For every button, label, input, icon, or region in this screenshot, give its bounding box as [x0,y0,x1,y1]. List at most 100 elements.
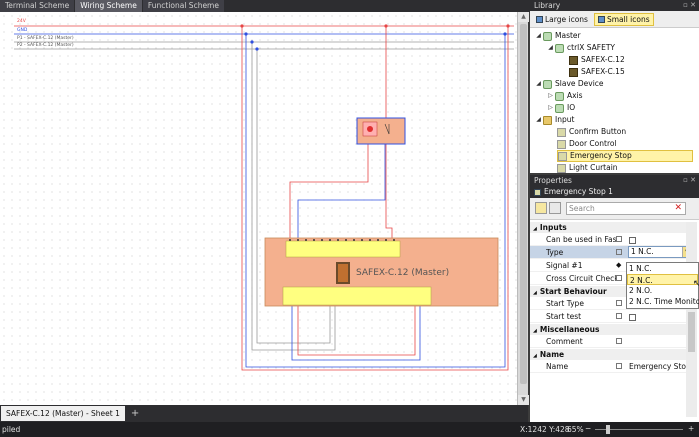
module-icon [569,67,578,77]
expander-icon[interactable]: ▷ [546,102,555,114]
pin-icon[interactable]: ▫ [683,1,688,9]
close-icon[interactable]: ✕ [690,176,696,184]
diamond-icon: ◆ [616,261,622,269]
library-panel: Library ▫ ✕ Large icons Small icons ◢ Mas… [530,0,699,173]
properties-scrollbar[interactable] [686,222,697,417]
zoom-slider-thumb[interactable] [606,425,610,434]
prop-row-start-test[interactable]: Start test [530,310,686,323]
zoom-out-button[interactable]: − [585,424,591,433]
lock-icon [616,313,622,319]
device-icon [534,188,541,196]
group-icon [543,31,552,41]
scroll-thumb[interactable] [688,312,695,352]
library-title-bar: Library ▫ ✕ [530,0,699,11]
zoom-in-button[interactable]: + [688,424,694,433]
prop-row-comment[interactable]: Comment [530,335,686,348]
label-p1: P1 - SAFEX-C.12 (Master) [17,36,74,41]
type-option-2nc[interactable]: 2 N.C. [627,274,698,285]
sheet-tab-bar: SAFEX-C.12 (Master) - Sheet 1 + [0,405,528,422]
properties-title: Properties [534,176,572,185]
type-select[interactable]: 1 N.C. ▼ [628,246,692,258]
tree-item-door-control[interactable]: Door Control [548,138,617,150]
wiring-diagram [14,24,514,371]
device-icon [557,139,566,149]
can-be-used-checkbox[interactable] [629,236,636,244]
type-option-2no[interactable]: 2 N.O. [627,285,698,296]
tree-item-axis[interactable]: ▷ Axis [546,90,583,102]
tree-item-slave-device[interactable]: ◢ Slave Device [534,78,604,90]
label-gnd: GND [17,28,28,33]
group-icon [543,79,552,89]
large-icons-button[interactable]: Large icons [532,13,592,26]
module-icon [569,55,578,65]
device-icon [557,163,566,173]
object-name: Emergency Stop 1 [544,187,613,196]
expander-icon[interactable]: ▷ [546,90,555,102]
lock-icon [616,236,622,242]
module-label: SAFEX-C.12 (Master) [356,268,450,278]
label-24v: 24V [17,19,26,24]
expander-icon[interactable]: ◢ [546,42,555,54]
device-icon [558,151,567,161]
wiring-canvas[interactable]: 24V GND P1 - SAFEX-C.12 (Master) P2 - SA… [0,12,517,405]
add-sheet-button[interactable]: + [131,408,139,419]
tree-item-ctrlx-safety[interactable]: ◢ ctrlX SAFETY [546,42,615,54]
sheet-tab[interactable]: SAFEX-C.12 (Master) - Sheet 1 [1,406,125,421]
start-test-checkbox[interactable] [629,313,636,321]
name-value[interactable]: Emergency Stop 1 [629,360,689,373]
cursor-coords: X:1242 Y:428 [520,425,570,434]
expander-icon[interactable]: ◢ [534,30,543,42]
canvas-scrollbar[interactable]: ▲ ▼ [517,12,529,405]
type-option-1nc[interactable]: 1 N.C. [627,263,698,274]
tree-item-confirm-button[interactable]: Confirm Button [548,126,626,138]
large-icons-icon [536,15,543,23]
property-search-input[interactable]: Search ✕ [566,202,686,215]
section-inputs[interactable]: ◢ Inputs [530,222,686,233]
scroll-thumb[interactable] [520,24,527,384]
tree-item-io[interactable]: ▷ IO [546,102,575,114]
tree-item-light-curtain[interactable]: Light Curtain [548,162,618,174]
tree-item-safex-c12[interactable]: SAFEX-C.12 [560,54,625,66]
small-icons-button[interactable]: Small icons [593,12,654,26]
prop-row-name[interactable]: Name Emergency Stop 1 [530,360,689,373]
type-option-2nc-time-monitored[interactable]: 2 N.C. Time Monitored [627,296,699,307]
device-icon [557,127,566,137]
zoom-level: 65% [567,425,584,434]
status-message: piled [2,425,21,434]
lock-icon [616,300,622,306]
prop-row-type[interactable]: Type 1 N.C. ▼ [530,246,692,259]
properties-title-bar: Properties ▫ ✕ [530,175,699,186]
tab-functional-scheme[interactable]: Functional Scheme [142,0,224,12]
tree-item-master[interactable]: ◢ Master [534,30,581,42]
pin-icon[interactable]: ▫ [683,176,688,184]
scroll-up-icon[interactable]: ▲ [518,12,529,22]
scroll-down-icon[interactable]: ▼ [518,395,529,405]
expander-icon[interactable]: ◢ [534,114,543,126]
group-icon [555,43,564,53]
tab-terminal-scheme[interactable]: Terminal Scheme [0,0,75,12]
tree-item-safex-c15[interactable]: SAFEX-C.15 [560,66,625,78]
emergency-stop-device[interactable] [356,117,406,145]
lock-icon [616,249,622,255]
group-icon [555,91,564,101]
app-window: Terminal Scheme Wiring Scheme Functional… [0,0,699,437]
expander-icon[interactable]: ◢ [534,78,543,90]
section-miscellaneous[interactable]: ◢ Miscellaneous [530,324,686,335]
properties-toolbar: Search ✕ [530,198,699,220]
tree-item-emergency-stop[interactable]: Emergency Stop [557,150,693,162]
group-icon [555,103,564,113]
lock-icon [616,363,622,369]
tab-wiring-scheme[interactable]: Wiring Scheme [75,0,142,12]
lock-icon [616,275,622,281]
categorized-view-icon[interactable] [535,202,547,214]
status-bar: piled X:1242 Y:428 65% − + [0,422,699,437]
label-p2: P2 - SAFEX-C.12 (Master) [17,43,74,48]
tree-item-input[interactable]: ◢ Input [534,114,574,126]
section-name[interactable]: ◢ Name [530,349,686,360]
type-dropdown-list: 1 N.C. 2 N.C. 2 N.O. 2 N.C. Time Monitor… [626,262,699,309]
prop-row-can-be-used[interactable]: Can be used in Fas... [530,233,686,246]
alphabetical-view-icon[interactable] [549,202,561,214]
close-icon[interactable]: ✕ [690,1,696,9]
object-header: Emergency Stop 1 [530,186,699,198]
clear-search-icon[interactable]: ✕ [674,203,682,214]
